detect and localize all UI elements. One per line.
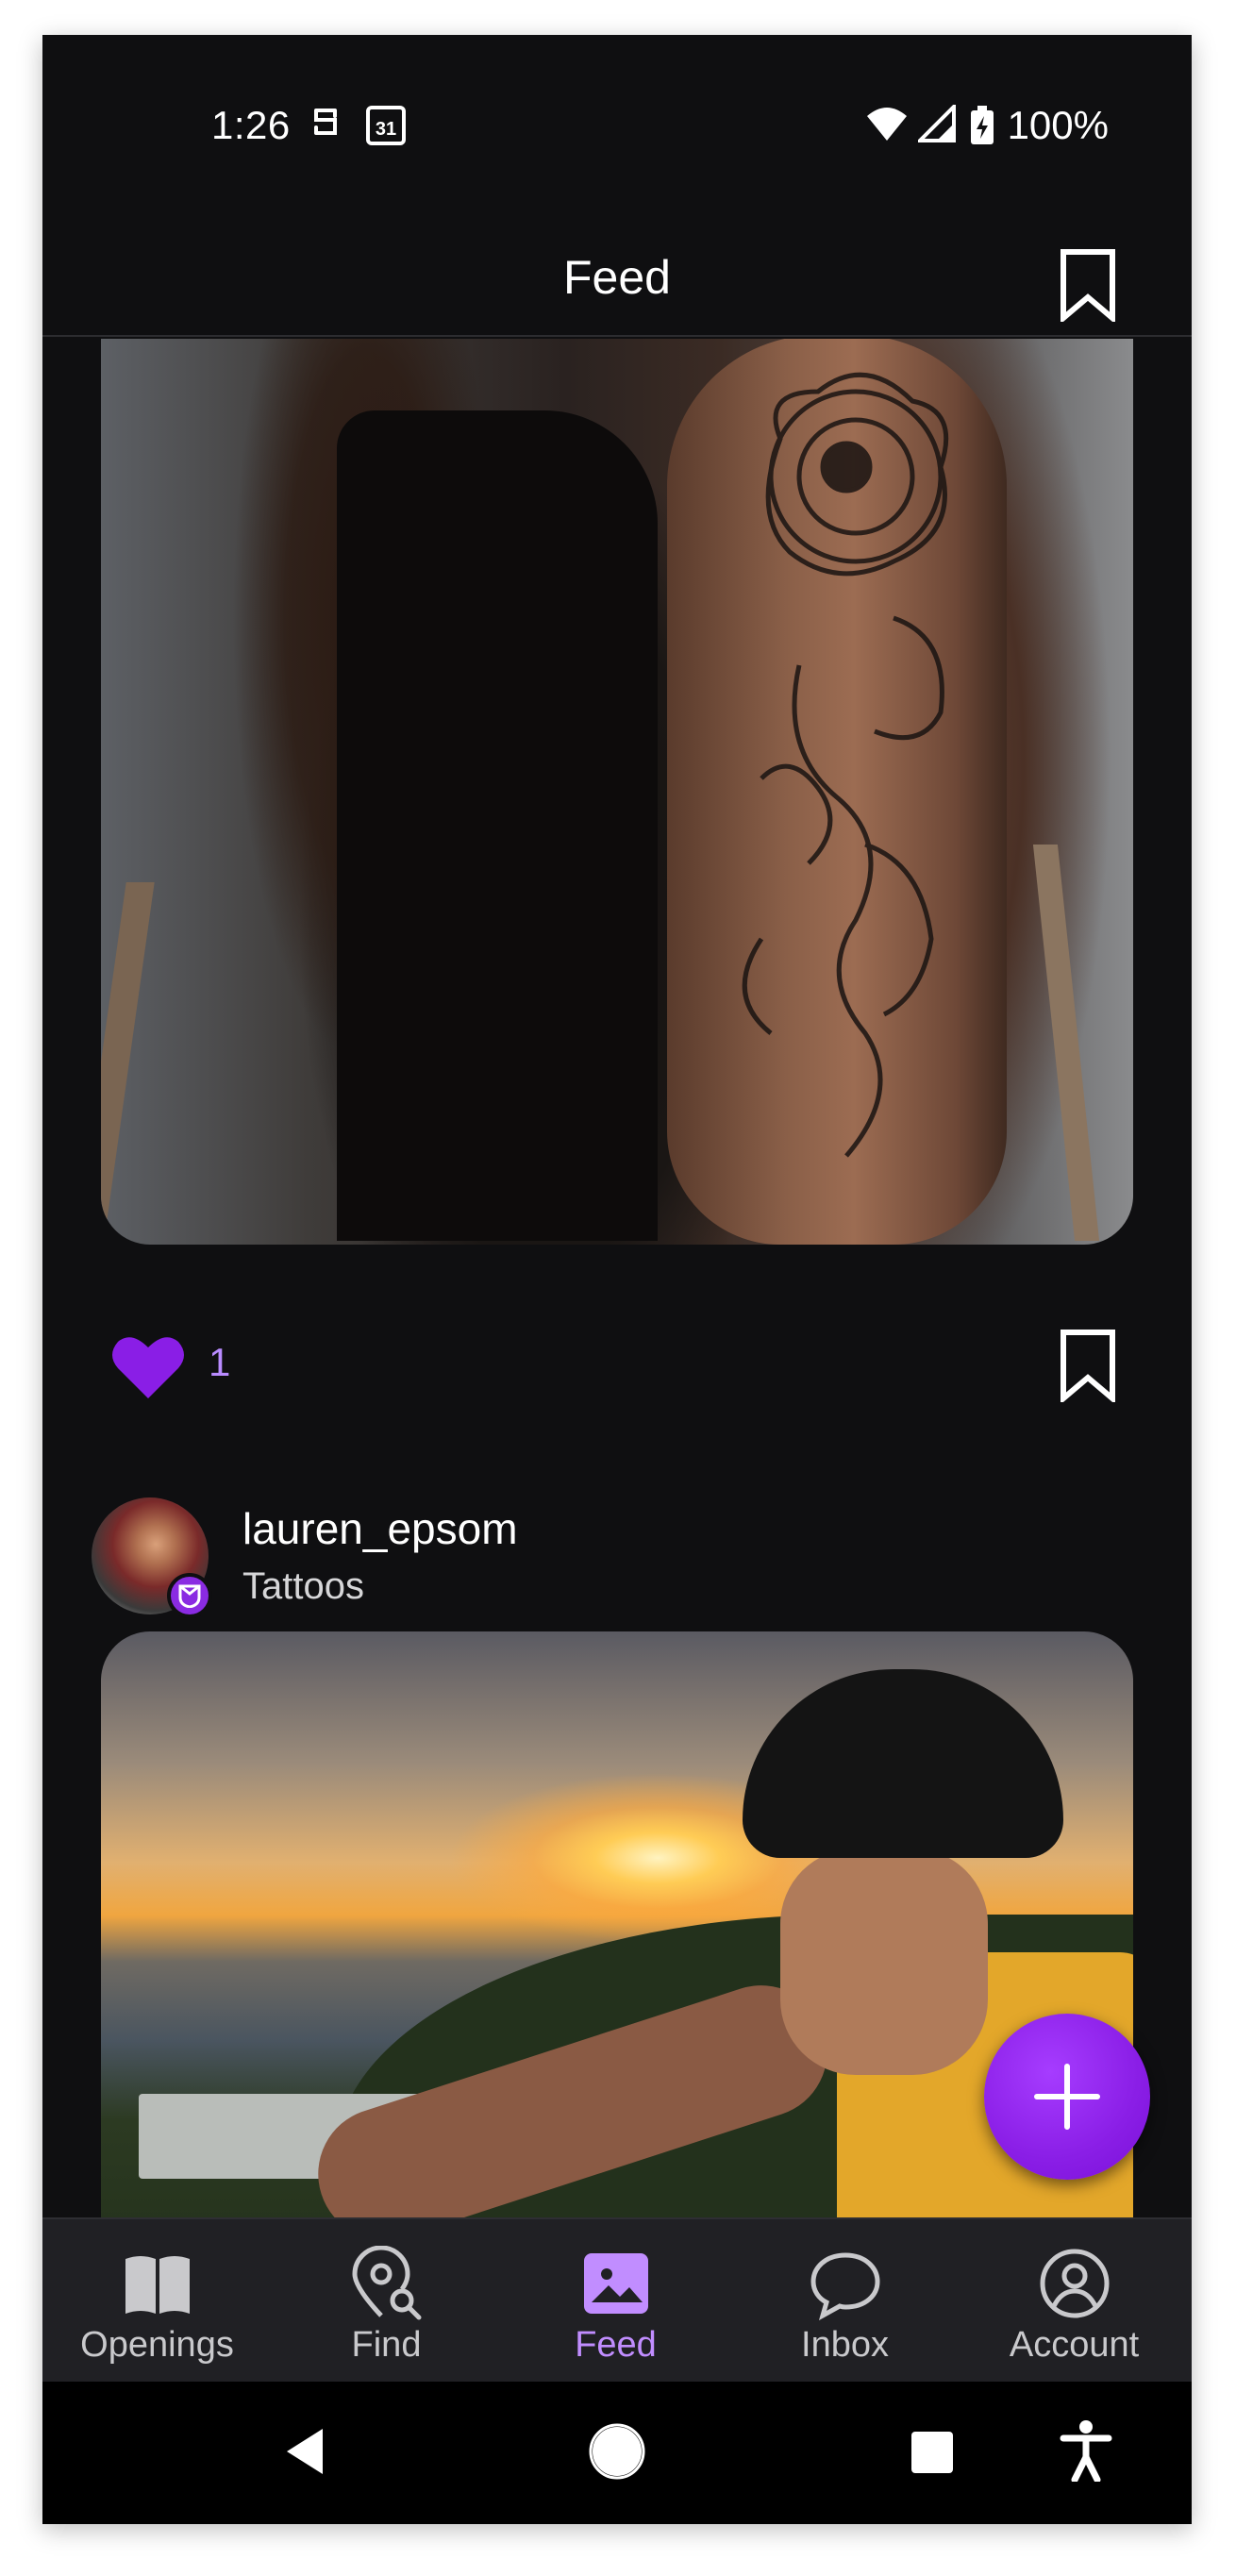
feed-list[interactable]: 1 lauren_epsom Tattoos: [42, 339, 1192, 2219]
notification-s-icon: [314, 109, 337, 135]
nav-item-openings[interactable]: Openings: [42, 2219, 272, 2384]
nav-item-inbox[interactable]: Inbox: [730, 2219, 960, 2384]
post-header[interactable]: lauren_epsom Tattoos: [42, 1497, 1192, 1630]
create-post-button[interactable]: [984, 2014, 1150, 2180]
post-image[interactable]: [101, 1631, 1133, 2219]
photo-shape: [743, 1669, 1063, 1858]
bottom-navigation: Openings Find Feed Inbox Account: [42, 2217, 1192, 2382]
photo-shape: [101, 882, 155, 1241]
nav-item-feed[interactable]: Feed: [501, 2219, 730, 2384]
battery-charging-icon: [971, 106, 994, 144]
calendar-31-icon: 31: [366, 106, 406, 145]
bookmark-icon[interactable]: [1058, 1329, 1118, 1402]
accessibility-icon[interactable]: [1060, 2419, 1112, 2482]
battery-percent: 100%: [1007, 103, 1109, 147]
tattoo-artwork: [742, 372, 949, 1158]
post-image[interactable]: [101, 339, 1133, 1245]
like-count: 1: [209, 1340, 231, 1384]
back-icon[interactable]: [281, 2425, 328, 2478]
recents-icon[interactable]: [909, 2429, 956, 2476]
status-bar: 1:26 31 100%: [42, 35, 1192, 214]
avatar[interactable]: [92, 1497, 212, 1618]
post-username[interactable]: lauren_epsom: [242, 1503, 518, 1554]
post-actions: 1: [42, 1313, 1192, 1408]
nav-label: Find: [351, 2325, 422, 2365]
photo-shape: [780, 1848, 988, 2075]
photo-shape: [337, 410, 658, 1241]
location-search-icon: [351, 2246, 421, 2320]
status-time: 1:26: [211, 103, 291, 147]
system-navigation: [42, 2382, 1192, 2524]
nav-label: Account: [1009, 2325, 1140, 2365]
nav-item-find[interactable]: Find: [272, 2219, 501, 2384]
nav-label: Inbox: [801, 2325, 889, 2365]
calendar-day-text: 31: [376, 119, 396, 140]
heart-filled-icon[interactable]: [110, 1332, 186, 1400]
phone-screen: 1:26 31 100% Feed 1 lauren_epsom Tattoos…: [42, 35, 1192, 2524]
home-icon[interactable]: [589, 2423, 645, 2480]
account-circle-icon: [1040, 2249, 1109, 2318]
signal-icon: [918, 105, 956, 142]
shield-badge-icon: [167, 1573, 212, 1618]
nav-item-account[interactable]: Account: [960, 2219, 1189, 2384]
chat-bubble-icon: [810, 2252, 880, 2321]
post-category: Tattoos: [242, 1565, 364, 1607]
nav-label: Openings: [80, 2325, 234, 2365]
wifi-icon: [867, 108, 907, 141]
nav-label: Feed: [575, 2325, 657, 2365]
app-bar: Feed: [42, 214, 1192, 337]
image-icon: [583, 2253, 648, 2314]
book-open-icon: [125, 2256, 190, 2314]
bookmark-icon[interactable]: [1058, 248, 1118, 322]
photo-shape: [1032, 845, 1100, 1241]
page-title: Feed: [563, 251, 671, 304]
plus-icon: [1034, 2064, 1100, 2130]
